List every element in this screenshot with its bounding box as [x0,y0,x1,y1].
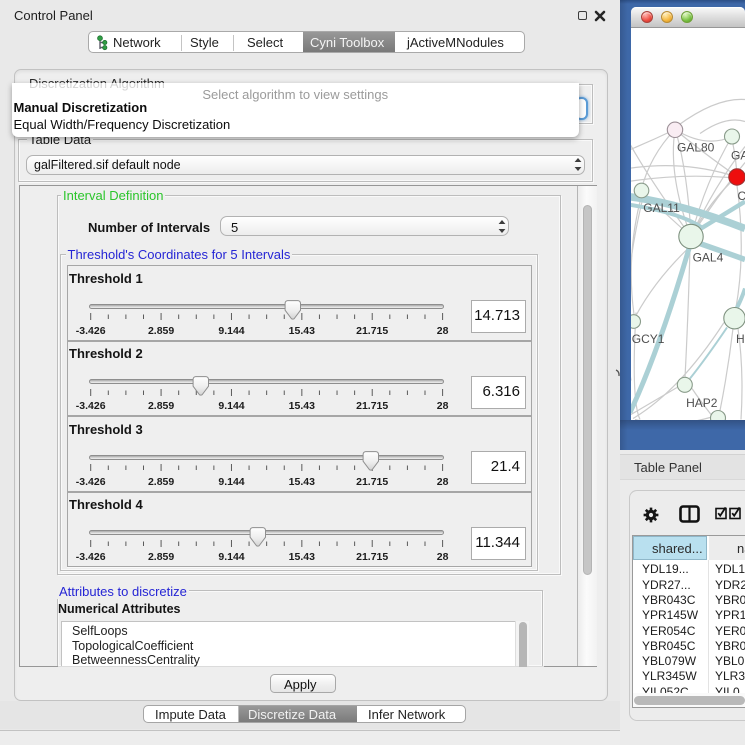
svg-text:GAL80: GAL80 [677,140,715,154]
svg-text:HAP2: HAP2 [686,396,718,410]
svg-text:C: C [738,189,745,203]
svg-text:GAL4: GAL4 [693,250,724,264]
svg-text:GCY1: GCY1 [632,332,665,346]
svg-text:GAL11: GAL11 [643,201,680,215]
svg-text:HI: HI [736,332,745,346]
svg-text:GA: GA [731,148,745,162]
